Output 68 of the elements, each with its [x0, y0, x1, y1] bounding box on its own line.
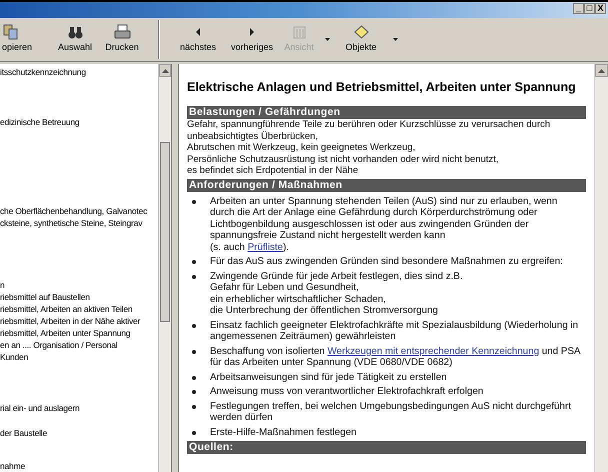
list-item-text: Erste-Hilfe-Maßnahmen festlegen	[210, 426, 358, 438]
scroll-up-button[interactable]	[159, 64, 171, 77]
minimize-button[interactable]: _	[573, 3, 584, 14]
toolbar-button[interactable]: vorheriges	[224, 18, 280, 61]
body-text: Abrutschen mit Werkzeug, kein geeignetes Werkzeug,	[187, 142, 416, 154]
scroll-thumb[interactable]	[160, 142, 170, 322]
maximize-button[interactable]: □	[584, 3, 595, 14]
toolbar-button[interactable]: Auswahl	[52, 18, 98, 61]
bullet-icon	[192, 200, 196, 204]
body-text: unbeabsichtigtes Überbrücken,	[187, 130, 319, 142]
section-header: Belastungen / Gefährdungen	[187, 106, 586, 119]
scrollbar[interactable]	[594, 64, 608, 472]
list-item-text: Für das AuS aus zwingenden Gründen sind besondere Maßnahmen zu ergreifen:	[210, 256, 564, 268]
printer-icon	[114, 24, 130, 40]
bullet-icon	[192, 390, 196, 394]
bullet-icon	[192, 404, 196, 408]
section-header: Quellen:	[187, 441, 586, 454]
grid-icon	[290, 24, 308, 40]
sidebar-item[interactable]: cksteine, synthetische Steine, Steingrav	[0, 217, 142, 229]
sidebar-item[interactable]: riebsmittel, Arbeiten unter Spannung	[0, 327, 130, 339]
toolbar-button[interactable]: Drucken	[98, 18, 146, 61]
sidebar-item[interactable]: riebsmittel, Arbeiten in der Nähe aktiver	[0, 315, 140, 327]
list-item-text: Beschaffung von isolierten Werkzeugen mit entsprechender Kennzeichnung und PSA für das Arbeiten unter Spannung (VDE 0680/VDE 0682)	[210, 346, 582, 368]
sidebar-item[interactable]: rial ein- und auslagern	[0, 402, 80, 414]
binoculars-icon	[66, 24, 84, 40]
link[interactable]: Werkzeugen mit entsprechender Kennzeichnung	[327, 346, 540, 356]
bullet-icon	[192, 350, 196, 354]
bullet-icon	[192, 376, 196, 380]
list-item-text: Arbeiten an unter Spannung stehenden Teilen (AuS) sind nur zu erlauben, wenn durch die Art der Anlage eine Gefährdung durch Körperdurchströmung oder Lichtbogenbildung ausgeschlossen ist oder aus zwingenden Gründen der spannungsfreie Zustand nicht hergestellt werden kann (s. auch Prüfliste).	[210, 196, 558, 253]
close-button[interactable]: X	[595, 3, 606, 14]
toolbar-button[interactable]: nächstes	[172, 18, 224, 61]
sidebar-item[interactable]: riebsmittel auf Baustellen	[0, 291, 90, 303]
up-arrow-icon	[598, 68, 605, 72]
sidebar-item[interactable]: edizinische Betreuung	[0, 116, 80, 128]
list-item-text: Zwingende Gründe für jede Arbeit festlegen, dies sind z.B. Gefahr für Leben und Gesundheit, ein erheblicher wirtschaftlicher Schaden, die Unterbrechung der öffentlichen Stromversorgung	[210, 270, 464, 316]
diamond-icon	[352, 24, 370, 40]
sidebar-item[interactable]: en an .... Organisation / Personal	[0, 339, 118, 351]
sidebar-item[interactable]: nahme	[0, 460, 25, 472]
toolbar-button[interactable]: opieren	[0, 18, 52, 61]
scrollbar[interactable]	[158, 64, 171, 472]
bullet-icon	[192, 260, 196, 264]
document-title: Elektrische Anlagen und Betriebsmittel, Arbeiten unter Spannung	[187, 79, 576, 96]
up-arrow-icon	[162, 68, 168, 72]
list-item-text: Einsatz fachlich geeigneter Elektrofachkräfte mit Spezialausbildung (Wiederholung in angemessenen Zeiträumen) gewährleisten	[210, 320, 580, 342]
copy-icon	[2, 24, 19, 40]
left-arrow-icon	[195, 28, 201, 36]
bullet-icon	[192, 324, 196, 328]
body-text: es befindet sich Erdpotential in der Nähe	[187, 165, 360, 176]
body-text: Persönliche Schutzausrüstung ist nicht vorhanden oder wird nicht benutzt,	[187, 154, 500, 165]
sidebar-item[interactable]: n	[0, 279, 5, 291]
section-header: Anforderungen / Maßnahmen	[187, 178, 586, 192]
bullet-icon	[192, 430, 196, 434]
bullet-icon	[192, 274, 196, 278]
caret-icon	[392, 38, 398, 41]
sidebar-item[interactable]: riebsmittel, Arbeiten an aktiven Teilen	[0, 303, 132, 315]
list-item-text: Arbeitsanweisungen sind für jede Tätigkeit zu erstellen	[210, 372, 448, 383]
toolbar-button[interactable]: Objekte	[336, 18, 386, 61]
list-item-text: Anweisung muss von verantwortlicher Elektrofachkraft erfolgen	[210, 386, 484, 398]
sidebar-item[interactable]: der Baustelle	[0, 427, 48, 439]
caret-icon	[324, 38, 330, 41]
link[interactable]: Prüfliste	[248, 242, 283, 252]
scroll-up-button[interactable]	[595, 64, 608, 77]
sidebar-item[interactable]: che Oberflächenbehandlung, Galvanotec	[0, 205, 148, 217]
sidebar-item[interactable]: itsschutzkennzeichnung	[0, 66, 86, 78]
body-text: Gefahr, spannungführende Teile zu berühren oder Kurzschlüsse zu verursachen durch	[187, 119, 552, 130]
sidebar-item[interactable]: Kunden	[0, 351, 28, 363]
list-item-text: Festlegungen treffen, bei welchen Umgebungsbedingungen AuS nicht durchgeführt werden dürfen	[210, 400, 572, 424]
right-arrow-icon	[249, 28, 255, 36]
